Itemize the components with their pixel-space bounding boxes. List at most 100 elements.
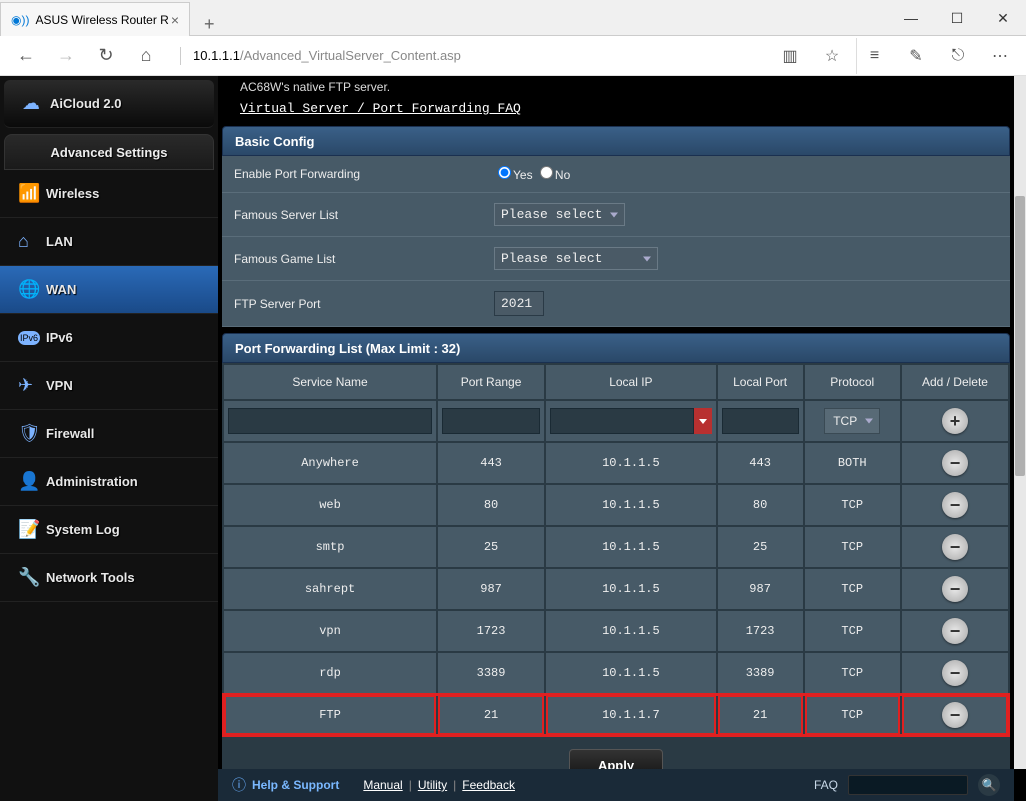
cell-port: 987	[718, 569, 803, 609]
cell-port: 443	[718, 443, 803, 483]
cell-proto: TCP	[805, 611, 900, 651]
ftp-port-input[interactable]	[494, 291, 544, 316]
refresh-button[interactable]: ↻	[88, 38, 124, 74]
no-label: No	[555, 168, 570, 182]
faq-link[interactable]: Virtual Server / Port Forwarding FAQ	[222, 101, 521, 116]
faq-search-input[interactable]	[848, 775, 968, 795]
famous-game-label: Famous Game List	[222, 237, 482, 281]
col-range: Port Range	[438, 365, 544, 399]
home-button[interactable]: ⌂	[128, 38, 164, 74]
notes-icon[interactable]: ✎	[898, 38, 934, 74]
window-controls: — ☐ ✕	[888, 0, 1026, 36]
cell-proto: TCP	[805, 569, 900, 609]
share-icon[interactable]: ⎋	[940, 38, 976, 74]
cell-ip: 10.1.1.5	[546, 485, 716, 525]
cell-action	[902, 653, 1008, 693]
sidebar-item-system-log[interactable]: 📝System Log	[0, 506, 218, 554]
forward-button[interactable]: →	[48, 38, 84, 74]
url-field[interactable]: 10.1.1.1/Advanced_VirtualServer_Content.…	[168, 42, 768, 70]
help-support-label: Help & Support	[252, 778, 339, 792]
sidebar-item-ipv6[interactable]: IPv6IPv6	[0, 314, 218, 362]
search-button[interactable]: 🔍	[978, 774, 1000, 796]
sidebar-item-wan[interactable]: 🌐WAN	[0, 266, 218, 314]
sidebar-icon: ✈	[18, 375, 46, 396]
famous-server-select[interactable]: Please select	[494, 203, 625, 226]
sidebar-icon: 👤	[18, 471, 46, 492]
maximize-button[interactable]: ☐	[934, 0, 980, 36]
address-bar: ← → ↻ ⌂ 10.1.1.1/Advanced_VirtualServer_…	[0, 36, 1026, 76]
new-tab-button[interactable]: +	[190, 14, 229, 35]
sidebar-item-label: Wireless	[46, 186, 99, 201]
browser-tab[interactable]: ◉)) ASUS Wireless Router R ×	[0, 2, 190, 36]
browser-tools: ▥ ☆ ≡ ✎ ⎋ ⋯	[772, 38, 1018, 74]
url-host: 10.1.1.1	[193, 48, 240, 63]
add-button[interactable]	[942, 408, 968, 434]
delete-button[interactable]	[942, 618, 968, 644]
delete-button[interactable]	[942, 702, 968, 728]
sidebar-item-lan[interactable]: ⌂LAN	[0, 218, 218, 266]
hub-icon[interactable]: ≡	[856, 38, 892, 74]
favorite-icon[interactable]: ☆	[814, 38, 850, 74]
delete-button[interactable]	[942, 534, 968, 560]
tab-title: ASUS Wireless Router R	[35, 13, 168, 27]
table-header-row: Service Name Port Range Local IP Local P…	[224, 365, 1008, 399]
content-area: AC68W's native FTP server. Virtual Serve…	[218, 76, 1026, 801]
sidebar-aicloud[interactable]: ☁ AiCloud 2.0	[4, 80, 214, 128]
close-button[interactable]: ✕	[980, 0, 1026, 36]
router-admin-page: ☁ AiCloud 2.0 Advanced Settings 📶Wireles…	[0, 76, 1026, 801]
footer-bar: ⓘ Help & Support Manual | Utility | Feed…	[218, 769, 1014, 801]
cell-port: 80	[718, 485, 803, 525]
sidebar-item-network-tools[interactable]: 🔧Network Tools	[0, 554, 218, 602]
cell-port: 1723	[718, 611, 803, 651]
cell-range: 25	[438, 527, 544, 567]
cell-port: 3389	[718, 653, 803, 693]
sidebar-item-firewall[interactable]: 🛡Firewall	[0, 410, 218, 458]
col-protocol: Protocol	[805, 365, 900, 399]
cell-ip: 10.1.1.5	[546, 611, 716, 651]
table-row: FTP2110.1.1.721TCP	[224, 695, 1008, 735]
local-ip-input[interactable]	[550, 408, 694, 434]
close-tab-icon[interactable]: ×	[171, 12, 179, 28]
local-port-input[interactable]	[722, 408, 799, 434]
scrollbar[interactable]	[1014, 76, 1026, 769]
cell-range: 443	[438, 443, 544, 483]
cell-proto: BOTH	[805, 443, 900, 483]
sidebar-item-vpn[interactable]: ✈VPN	[0, 362, 218, 410]
sidebar-header: Advanced Settings	[4, 134, 214, 170]
protocol-select[interactable]: TCP	[824, 408, 880, 434]
famous-game-select[interactable]: Please select	[494, 247, 658, 270]
cell-proto: TCP	[805, 695, 900, 735]
scrollbar-thumb[interactable]	[1015, 196, 1025, 476]
sidebar-item-wireless[interactable]: 📶Wireless	[0, 170, 218, 218]
manual-link[interactable]: Manual	[363, 778, 402, 792]
ip-dropdown-button[interactable]	[694, 408, 712, 434]
feedback-link[interactable]: Feedback	[462, 778, 515, 792]
sidebar-icon: ⌂	[18, 231, 46, 252]
cell-ip: 10.1.1.5	[546, 569, 716, 609]
minimize-button[interactable]: —	[888, 0, 934, 36]
delete-button[interactable]	[942, 492, 968, 518]
cell-proto: TCP	[805, 527, 900, 567]
reading-icon[interactable]: ▥	[772, 38, 808, 74]
delete-button[interactable]	[942, 450, 968, 476]
cell-ip: 10.1.1.5	[546, 443, 716, 483]
back-button[interactable]: ←	[8, 38, 44, 74]
sidebar-icon: IPv6	[18, 331, 40, 345]
sidebar-item-label: Firewall	[46, 426, 94, 441]
delete-button[interactable]	[942, 660, 968, 686]
cell-action	[902, 569, 1008, 609]
sidebar-item-administration[interactable]: 👤Administration	[0, 458, 218, 506]
enable-no-radio[interactable]	[540, 166, 553, 179]
cell-service: rdp	[224, 653, 436, 693]
enable-yes-radio[interactable]	[498, 166, 511, 179]
utility-link[interactable]: Utility	[418, 778, 447, 792]
port-range-input[interactable]	[442, 408, 540, 434]
service-name-input[interactable]	[228, 408, 432, 434]
pf-list-header: Port Forwarding List (Max Limit : 32)	[222, 333, 1010, 363]
sidebar-item-label: Administration	[46, 474, 138, 489]
col-localip: Local IP	[546, 365, 716, 399]
cell-action	[902, 485, 1008, 525]
delete-button[interactable]	[942, 576, 968, 602]
sidebar-item-label: AiCloud 2.0	[50, 96, 122, 111]
more-icon[interactable]: ⋯	[982, 38, 1018, 74]
